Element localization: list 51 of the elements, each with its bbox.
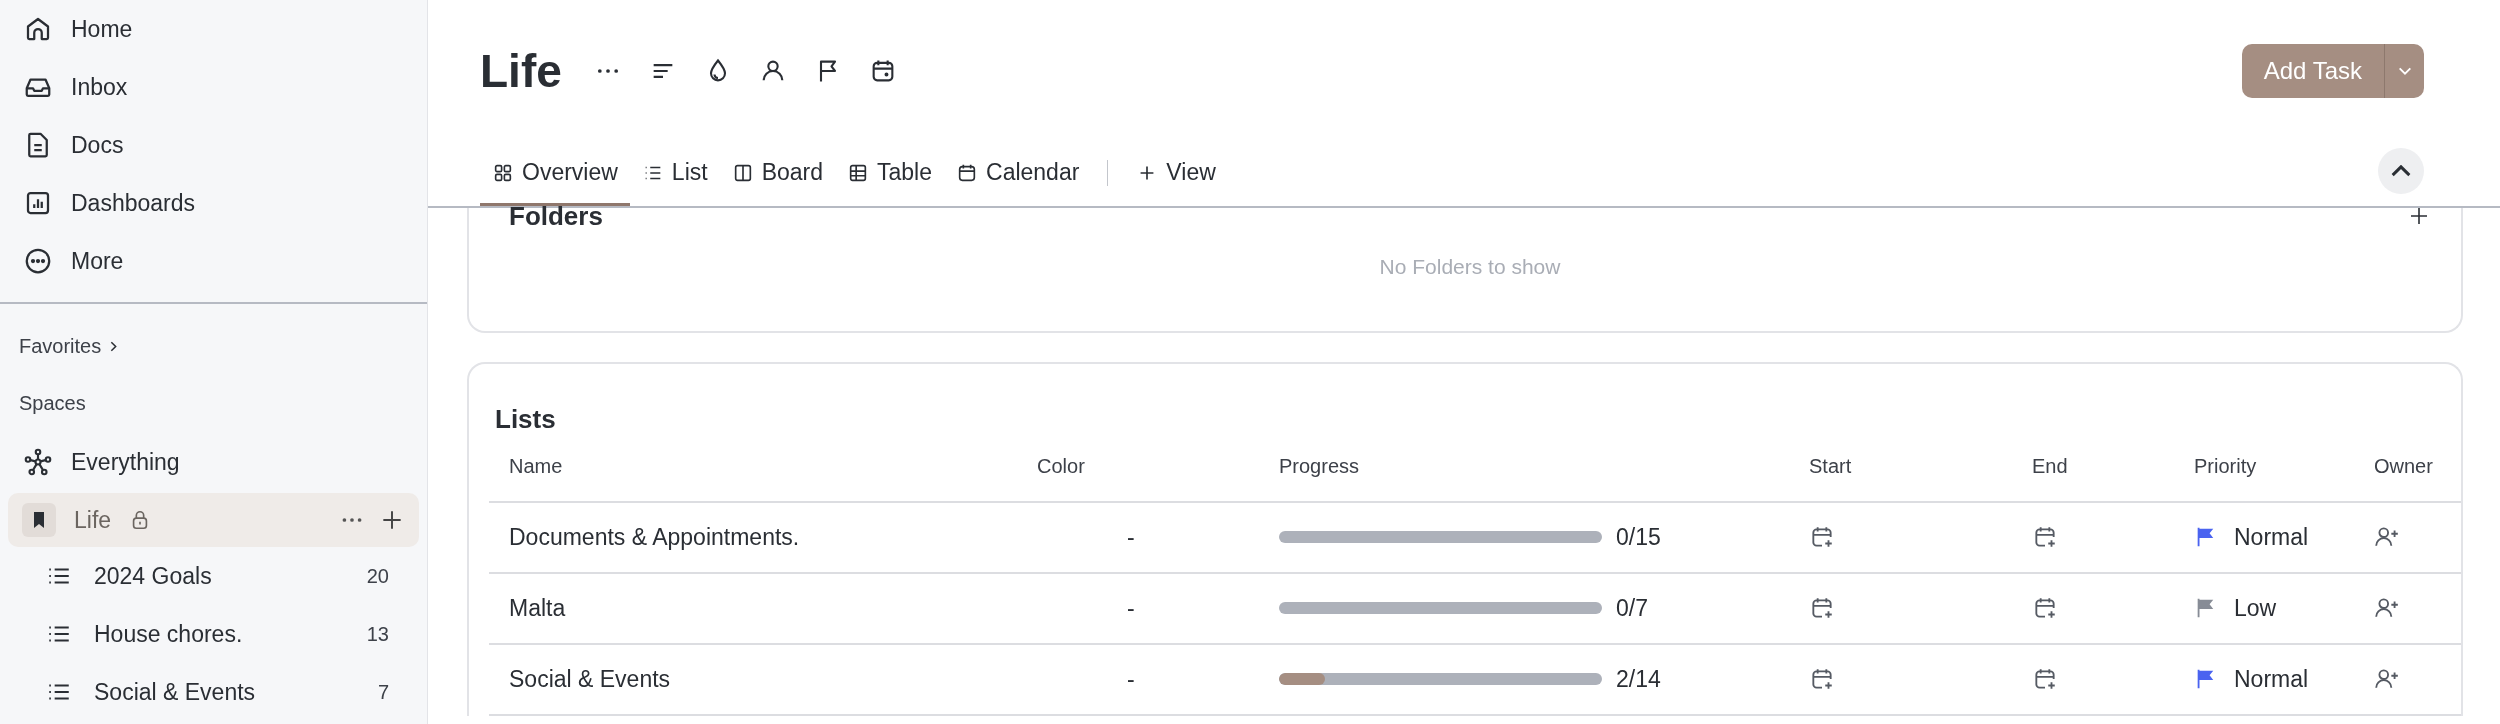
progress-count: 0/7 bbox=[1616, 594, 1648, 622]
add-view-button[interactable]: View bbox=[1124, 142, 1228, 206]
empty-message: No Folders to show bbox=[1378, 254, 1562, 279]
sidebar-item[interactable]: Docs bbox=[0, 116, 427, 174]
sidebar-item[interactable]: Dashboards bbox=[0, 174, 427, 232]
sidebar-item[interactable]: More bbox=[0, 232, 427, 290]
page-title: Life bbox=[480, 44, 562, 98]
progress-count: 0/15 bbox=[1616, 523, 1661, 551]
section-label: Spaces bbox=[18, 391, 87, 416]
list-name-cell[interactable]: Documents & Appointments. bbox=[489, 523, 1017, 551]
collapse-button[interactable] bbox=[2378, 148, 2424, 194]
list-item[interactable]: Social & Events 7 bbox=[0, 663, 427, 721]
color-cell-text: - bbox=[1126, 665, 1136, 693]
chevron-up-icon bbox=[2391, 165, 2411, 177]
column-header: End bbox=[2031, 454, 2069, 478]
column-header: Start bbox=[1808, 454, 1853, 478]
list-name-cell[interactable]: Social & Events bbox=[489, 665, 1017, 693]
view-tab[interactable]: Calendar bbox=[944, 142, 1092, 206]
list-item[interactable]: House chores. 13 bbox=[0, 605, 427, 663]
color-cell-text: - bbox=[1126, 523, 1136, 551]
space-name: Life bbox=[74, 506, 112, 534]
list-name: 2024 Goals bbox=[94, 562, 213, 590]
list-name-cell[interactable]: Malta bbox=[489, 594, 1017, 622]
network-icon bbox=[23, 447, 53, 477]
task-count: 20 bbox=[366, 564, 389, 588]
bookmark-icon bbox=[22, 503, 56, 537]
column-header: Name bbox=[508, 454, 564, 478]
column-header: Owner bbox=[2373, 454, 2434, 478]
task-count: 13 bbox=[366, 622, 389, 646]
color-cell-text: - bbox=[1126, 594, 1136, 622]
sidebar-item[interactable]: Inbox bbox=[0, 58, 427, 116]
priority-label: Low bbox=[2234, 594, 2277, 622]
view-tab[interactable]: Table bbox=[835, 142, 944, 206]
progress-count: 2/14 bbox=[1616, 665, 1661, 693]
priority-label: Normal bbox=[2234, 523, 2309, 551]
view-tab[interactable]: Board bbox=[719, 142, 836, 206]
view-tab[interactable]: List bbox=[629, 142, 720, 206]
list-name: Social & Events bbox=[94, 678, 257, 706]
list-name: House chores. bbox=[94, 620, 244, 648]
column-header: Priority bbox=[2193, 454, 2258, 478]
list-item[interactable]: 2024 Goals 20 bbox=[0, 547, 427, 605]
column-header: Color bbox=[1036, 454, 1086, 478]
sidebar-item[interactable]: Home bbox=[0, 0, 427, 58]
priority-label: Normal bbox=[2234, 665, 2309, 693]
task-count: 7 bbox=[377, 680, 389, 704]
section-title: Lists bbox=[495, 403, 557, 435]
favorites-toggle[interactable]: Favorites bbox=[0, 304, 140, 358]
more-icon bbox=[23, 246, 53, 276]
sidebar-item[interactable]: Everything bbox=[0, 433, 427, 491]
space-item[interactable]: Life bbox=[8, 493, 419, 547]
column-header: Progress bbox=[1278, 454, 1361, 478]
